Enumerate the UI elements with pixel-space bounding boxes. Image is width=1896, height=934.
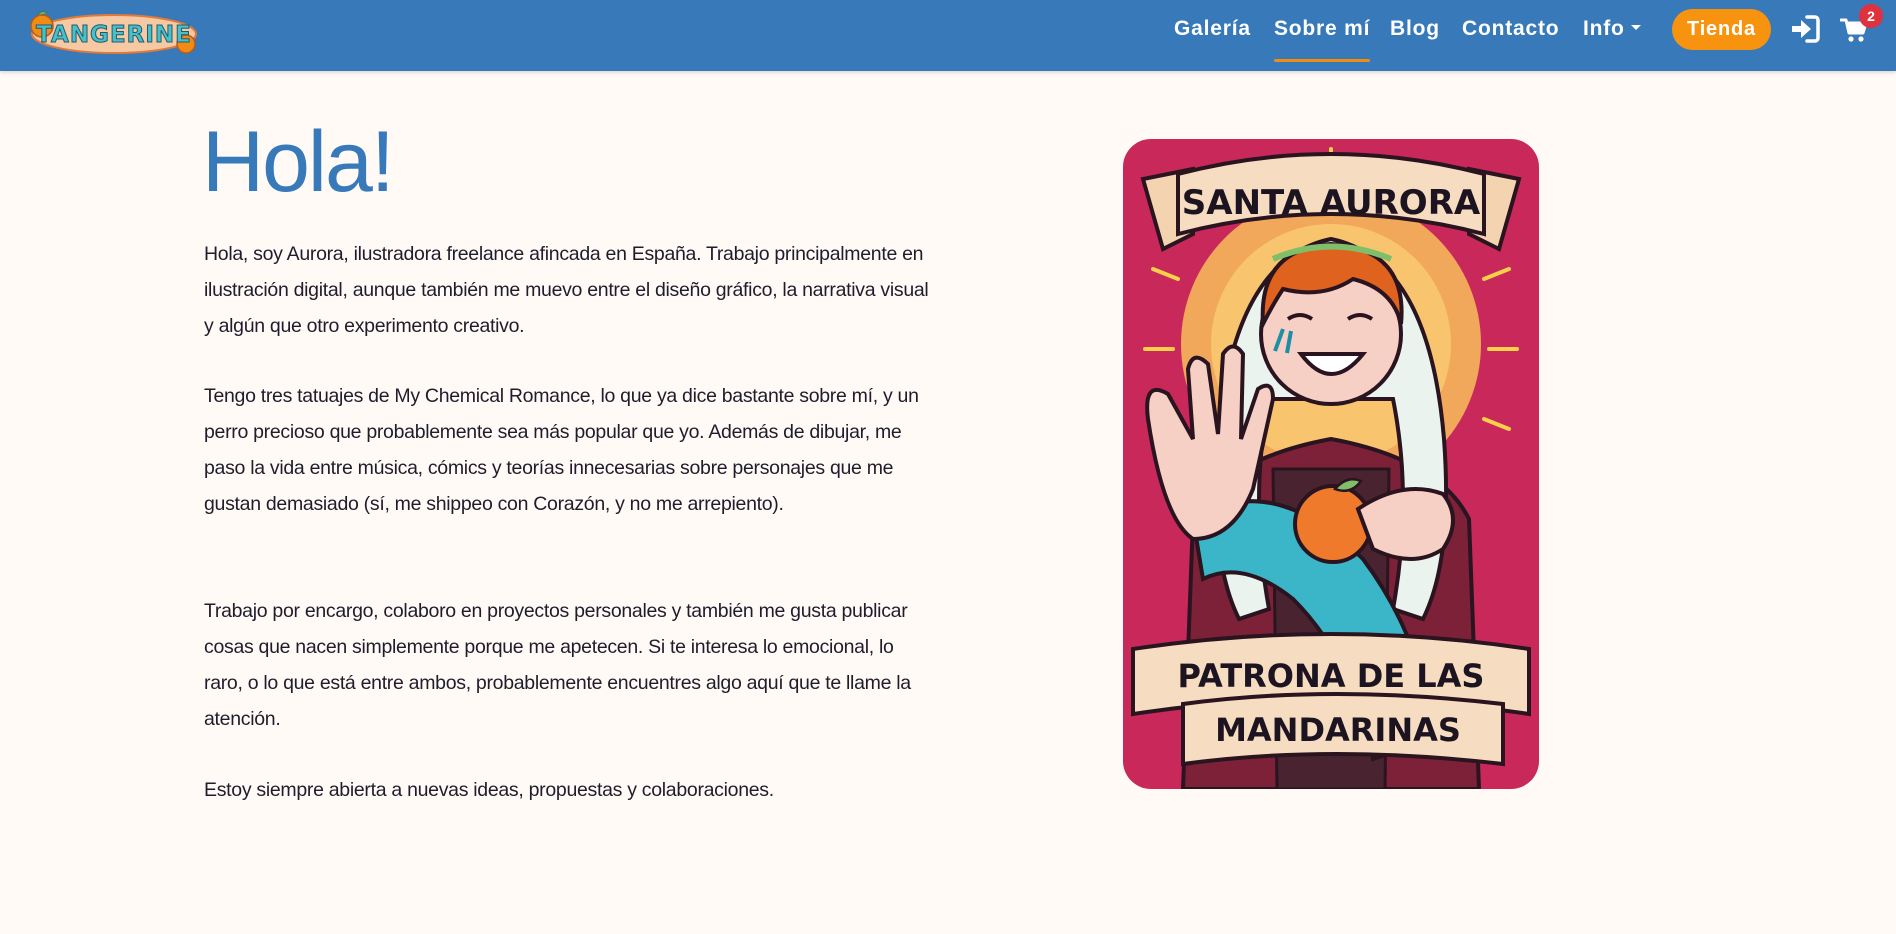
- closing-paragraph: Estoy siempre abierta a nuevas ideas, pr…: [204, 779, 774, 801]
- intro-paragraph: Hola, soy Aurora, ilustradora freelance …: [204, 243, 929, 337]
- caret-down-icon: [1630, 24, 1641, 30]
- work-paragraph: Trabajo por encargo, colaboro en proyect…: [204, 600, 911, 730]
- top-navbar: TANGERINE Galería Sobre mí Blog Contacto…: [0, 0, 1896, 71]
- banner-bottom-text-line2: MANDARINAS: [1215, 711, 1461, 749]
- shop-button[interactable]: Tienda: [1672, 9, 1771, 50]
- santa-aurora-illustration: SANTA AURORA PATRONA DE LAS MANDARINAS: [1123, 139, 1539, 789]
- nav-info-label: Info: [1583, 17, 1625, 40]
- nav-gallery[interactable]: Galería: [1174, 16, 1251, 42]
- page-title: Hola!: [202, 114, 395, 210]
- hobbies-paragraph: Tengo tres tatuajes de My Chemical Roman…: [204, 385, 919, 515]
- banner-bottom-text-line1: PATRONA DE LAS: [1178, 657, 1485, 695]
- logo-text: TANGERINE: [36, 22, 192, 48]
- nav-contact[interactable]: Contacto: [1462, 16, 1559, 42]
- nav-about-label: Sobre mí: [1274, 17, 1371, 40]
- tangerine-logo[interactable]: TANGERINE: [28, 4, 200, 59]
- active-nav-indicator: [1274, 59, 1371, 62]
- nav-blog[interactable]: Blog: [1390, 16, 1440, 42]
- cart-count-badge: 2: [1859, 4, 1883, 28]
- nav-about[interactable]: Sobre mí: [1274, 16, 1371, 62]
- banner-top-text: SANTA AURORA: [1182, 183, 1481, 223]
- sign-in-icon[interactable]: [1790, 15, 1820, 43]
- nav-info-dropdown[interactable]: Info: [1583, 16, 1641, 42]
